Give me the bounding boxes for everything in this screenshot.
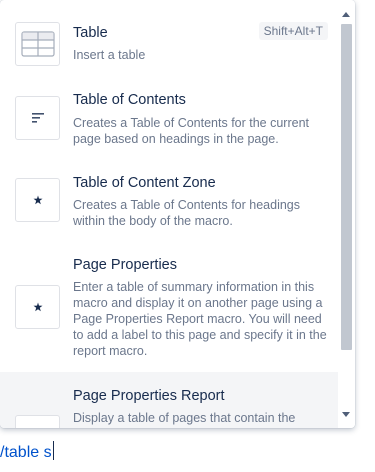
- menu-item-description: Insert a table: [73, 48, 146, 62]
- table-icon: [15, 22, 60, 66]
- menu-item-title: Page Properties Report: [73, 388, 225, 404]
- menu-item-title: Table of Contents: [73, 92, 186, 108]
- editor-input-line[interactable]: /table s: [0, 441, 54, 462]
- menu-item-page-properties[interactable]: Page Properties Enter a table of summary…: [0, 244, 338, 372]
- macro-star-icon: [15, 285, 60, 329]
- menu-item-table-of-content-zone[interactable]: Table of Content Zone Creates a Table of…: [0, 162, 338, 244]
- shortcut-badge: Shift+Alt+T: [258, 22, 328, 40]
- menu-scrollbar[interactable]: [338, 0, 355, 428]
- menu-item-description: Display a table of pages that contain th…: [73, 411, 296, 425]
- text-caret: [52, 441, 54, 460]
- toc-lines-icon: [15, 96, 60, 140]
- scroll-up-arrow-icon[interactable]: [342, 12, 350, 17]
- menu-item-title: Table of Content Zone: [73, 175, 216, 191]
- menu-item-description: Creates a Table of Contents for the curr…: [73, 116, 310, 146]
- scrollbar-thumb[interactable]: [341, 24, 352, 350]
- insert-menu-popup: Table Shift+Alt+T Insert a table Table o…: [0, 0, 355, 428]
- macro-star-icon: [15, 178, 60, 222]
- scroll-down-arrow-icon[interactable]: [342, 412, 350, 417]
- menu-item-title: Page Properties: [73, 257, 177, 273]
- macro-star-icon: [15, 415, 60, 428]
- menu-item-description: Enter a table of summary information in …: [73, 280, 327, 358]
- menu-item-description: Creates a Table of Contents for headings…: [73, 198, 300, 228]
- menu-item-page-properties-report[interactable]: Page Properties Report Display a table o…: [0, 372, 338, 428]
- menu-item-table-of-contents[interactable]: Table of Contents Creates a Table of Con…: [0, 80, 338, 162]
- menu-item-title: Table: [73, 25, 108, 41]
- typed-slash-command: /table s: [0, 444, 52, 461]
- menu-item-table[interactable]: Table Shift+Alt+T Insert a table: [0, 0, 338, 80]
- insert-menu-list: Table Shift+Alt+T Insert a table Table o…: [0, 0, 338, 428]
